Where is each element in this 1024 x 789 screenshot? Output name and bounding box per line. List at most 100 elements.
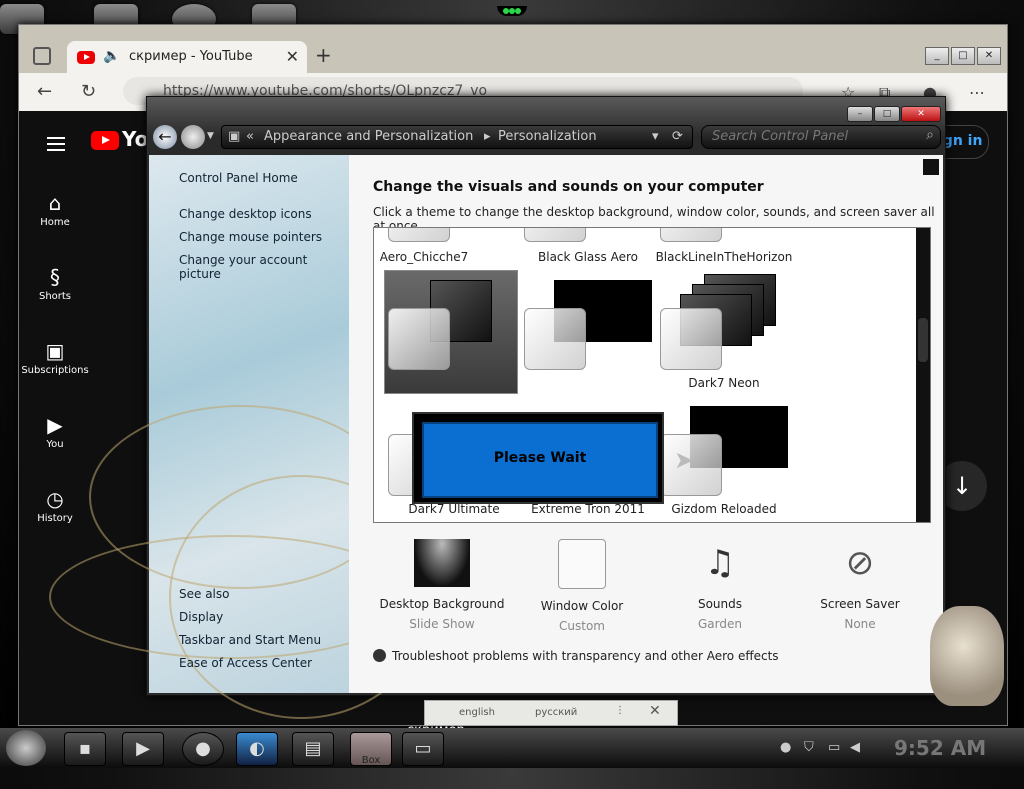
- nav-history[interactable]: ◷ History: [19, 487, 91, 524]
- language-bar[interactable]: english русский ⋮ ✕: [424, 700, 678, 726]
- control-panel-window: – □ ✕ ← ▼ ▣ « Appearance and Personalizati…: [49, 96, 946, 719]
- link-change-desktop-icons[interactable]: Change desktop icons: [179, 207, 312, 221]
- new-tab-button[interactable]: +: [315, 43, 332, 67]
- network-icon[interactable]: ▭: [828, 740, 840, 755]
- breadcrumb-sep: «: [246, 129, 254, 144]
- link-change-account-picture[interactable]: Change your account picture: [179, 253, 349, 281]
- clock[interactable]: 9:52 AM: [894, 736, 986, 760]
- breadcrumb-personalization[interactable]: Personalization: [498, 129, 597, 144]
- control-panel-taskbar-icon[interactable]: ▤: [292, 732, 334, 766]
- nav-subscriptions[interactable]: ▣ Subscriptions: [19, 339, 91, 376]
- youtube-favicon-icon: [77, 51, 95, 64]
- taskbar: ▪ ▶ ● ◐ ▤ Box ▭ ● ⛉ ▭ ◀ 9:52 AM: [0, 728, 1024, 768]
- more-icon[interactable]: ⋮: [615, 705, 625, 716]
- edge-browser-icon[interactable]: ◐: [236, 732, 278, 766]
- breadcrumb-arrow-icon: ▸: [484, 129, 491, 144]
- nav-home[interactable]: ⌂ Home: [19, 191, 91, 228]
- theme-glass: [524, 308, 586, 370]
- theme-glass: [660, 308, 722, 370]
- see-also-title: See also: [179, 587, 230, 601]
- breadcrumb-appearance[interactable]: Appearance and Personalization: [264, 129, 473, 144]
- theme-dark7-ultimate[interactable]: Dark7 Ultimate: [384, 502, 524, 516]
- theme-black-glass-aero[interactable]: Black Glass Aero: [518, 250, 658, 264]
- theme-blacklineinthehorizon[interactable]: BlackLineInTheHorizon: [654, 250, 794, 264]
- cp-main: Change the visuals and sounds on your co…: [349, 155, 943, 693]
- close-icon[interactable]: ✕: [649, 703, 661, 719]
- shield-icon[interactable]: ⛉: [804, 740, 814, 755]
- back-icon[interactable]: ←: [37, 81, 52, 102]
- link-ease-of-access[interactable]: Ease of Access Center: [179, 656, 312, 670]
- troubleshoot-link[interactable]: Troubleshoot problems with transparency …: [373, 649, 779, 663]
- cp-back-button[interactable]: ←: [153, 125, 177, 149]
- cp-sidebar: Control Panel Home Change desktop icons …: [49, 155, 433, 719]
- tab-youtube[interactable]: 🔈 скример - YouTube ✕: [67, 41, 307, 73]
- desktop-background-icon: [414, 539, 470, 587]
- mouse-cursor-icon: ➤: [674, 446, 695, 474]
- theme-glass: [388, 308, 450, 370]
- media-player-icon[interactable]: ▶: [122, 732, 164, 766]
- theme-gallery[interactable]: Aero_Chicche7 Black Glass Aero BlackLine…: [373, 227, 931, 523]
- link-display[interactable]: Display: [179, 610, 223, 624]
- cp-forward-button[interactable]: [181, 125, 205, 149]
- start-button[interactable]: [6, 730, 46, 766]
- cp-minimize-button[interactable]: –: [847, 106, 873, 122]
- cp-maximize-button[interactable]: □: [874, 106, 900, 122]
- tab-bar: 🔈 скример - YouTube ✕ + _ □ ✕: [19, 37, 1007, 73]
- taskbar-app-icon[interactable]: ▪: [64, 732, 106, 766]
- scrollbar-thumb[interactable]: [918, 318, 928, 362]
- close-button[interactable]: ✕: [977, 47, 1001, 65]
- cp-close-button[interactable]: ✕: [901, 106, 941, 122]
- link-change-mouse-pointers[interactable]: Change mouse pointers: [179, 230, 322, 244]
- tray-icon[interactable]: ●: [780, 740, 791, 755]
- theme-aero-chicche7[interactable]: Aero_Chicche7: [374, 250, 494, 264]
- globe-icon[interactable]: ●: [182, 732, 224, 766]
- theme-glass: [660, 228, 722, 242]
- browser-window-controls: _ □ ✕: [923, 43, 1001, 65]
- theme-gizdom-reloaded[interactable]: Gizdom Reloaded: [654, 502, 794, 516]
- sounds-icon: ♫: [704, 543, 736, 583]
- desktop-background-item[interactable]: Desktop Background Slide Show: [367, 539, 517, 631]
- taskbar-window-icon[interactable]: ▭: [402, 732, 444, 766]
- please-wait-text: Please Wait: [493, 450, 587, 466]
- link-taskbar-start-menu[interactable]: Taskbar and Start Menu: [179, 633, 321, 647]
- box-app-icon[interactable]: Box: [350, 732, 392, 766]
- hamster-desktop-pet[interactable]: [930, 606, 1004, 706]
- theme-glass: [388, 228, 450, 242]
- theme-dark7-neon[interactable]: Dark7 Neon: [654, 376, 794, 390]
- subscriptions-icon: ▣: [45, 339, 65, 363]
- screen-saver-item[interactable]: ⊘ Screen Saver None: [785, 539, 935, 631]
- nav-you[interactable]: ▶ You: [19, 413, 91, 450]
- cp-address-bar[interactable]: ▣ « Appearance and Personalization ▸ Per…: [221, 125, 693, 149]
- cp-search-box[interactable]: Search Control Panel ⌕: [701, 125, 941, 149]
- address-dropdown-icon[interactable]: ▾: [652, 129, 659, 144]
- window-color-item[interactable]: Window Color Custom: [507, 539, 657, 633]
- theme-extreme-tron-2011[interactable]: Extreme Tron 2011: [518, 502, 658, 516]
- gallery-scrollbar[interactable]: [916, 228, 930, 522]
- youtube-logo-icon[interactable]: [91, 131, 119, 150]
- speaker-icon[interactable]: 🔈: [103, 48, 120, 64]
- home-icon: ⌂: [48, 191, 62, 215]
- minimize-button[interactable]: _: [925, 47, 949, 65]
- recent-pages-icon[interactable]: ▼: [207, 131, 214, 141]
- control-panel-icon: ▣: [228, 129, 241, 144]
- link-control-panel-home[interactable]: Control Panel Home: [179, 171, 298, 185]
- cp-search-placeholder: Search Control Panel: [712, 129, 849, 144]
- close-tab-icon[interactable]: ✕: [286, 47, 299, 66]
- window-color-icon: [558, 539, 606, 589]
- refresh-icon[interactable]: ⟳: [672, 129, 683, 144]
- nav-shorts[interactable]: § Shorts: [19, 265, 91, 302]
- tab-actions-icon[interactable]: [33, 47, 51, 65]
- help-icon[interactable]: [923, 159, 939, 175]
- sounds-item[interactable]: ♫ Sounds Garden: [645, 539, 795, 631]
- history-icon: ◷: [46, 487, 64, 511]
- search-icon[interactable]: ⌕: [926, 127, 934, 143]
- volume-icon[interactable]: ◀: [850, 740, 860, 755]
- shorts-icon: §: [50, 265, 60, 289]
- maximize-button[interactable]: □: [951, 47, 975, 65]
- menu-icon[interactable]: [47, 133, 65, 155]
- troubleshoot-icon: [373, 649, 386, 662]
- more-icon[interactable]: ⋯: [969, 83, 985, 102]
- please-wait-dialog: Please Wait: [412, 412, 664, 504]
- refresh-icon[interactable]: ↻: [81, 81, 96, 102]
- theme-glass: [524, 228, 586, 242]
